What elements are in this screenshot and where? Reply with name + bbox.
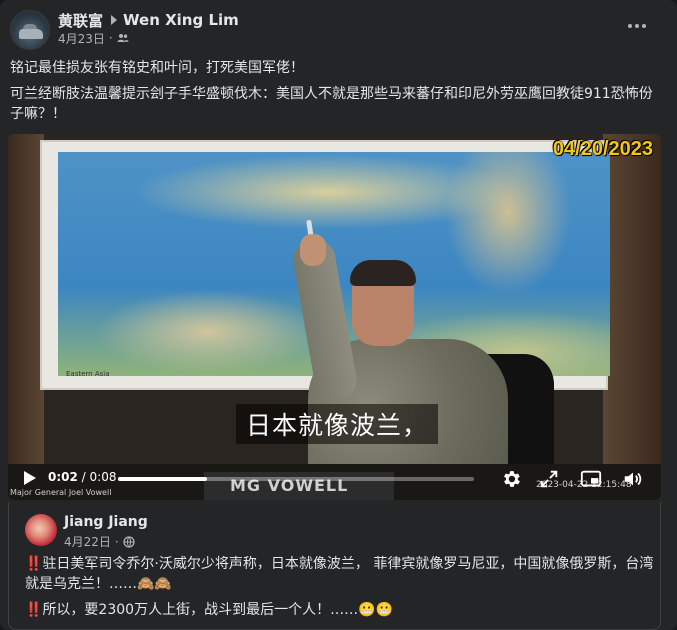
shared-author-avatar[interactable] [25, 514, 57, 546]
post-meta: 4月23日 · [58, 30, 129, 46]
current-time: 0:02 [48, 470, 78, 484]
target-name[interactable]: Wen Xing Lim [123, 11, 239, 29]
post-author-row: 黄联富 Wen Xing Lim [58, 10, 239, 30]
shared-text-1: ‼️驻日美军司令乔尔·沃威尔少将声称，日本就像波兰， 菲律宾就像罗马尼亚，中国就… [25, 554, 655, 594]
shared-text-2: ‼️所以，要2300万人上街，战斗到最后一个人！……😬😬 [25, 600, 655, 620]
gear-icon[interactable] [500, 468, 522, 490]
play-icon[interactable] [24, 471, 36, 485]
progress-fill [118, 477, 207, 481]
shared-author-name[interactable]: Jiang Jiang [64, 514, 148, 530]
volume-icon[interactable] [622, 468, 644, 490]
shared-post[interactable]: Jiang Jiang 4月22日 · ‼️驻日美军司令乔尔·沃威尔少将声称，日… [8, 502, 661, 630]
map-label: Eastern Asia [66, 370, 110, 378]
picture-in-picture-icon[interactable] [580, 468, 602, 490]
shared-meta: 4月22日 · [64, 533, 135, 550]
author-name[interactable]: 黄联富 [58, 10, 103, 31]
subtitle-box: 日本就像波兰， [236, 404, 439, 444]
double-exclamation-icon: ‼️ [25, 602, 43, 618]
speaker-hair [350, 260, 416, 286]
meta-separator: · [108, 31, 113, 45]
time-display: 0:02 / 0:08 [48, 470, 116, 484]
post-text-line-2: 可兰经断肢法温馨提示刽子手华盛顿伐木：美国人不就是那些马来蕃仔和印尼外劳巫鹰回教… [10, 86, 653, 122]
globe-icon [123, 535, 135, 548]
avatar-car-body [19, 29, 43, 39]
double-exclamation-icon: ‼️ [25, 556, 43, 572]
date-stamp: 04/20/2023 [552, 138, 653, 160]
author-avatar[interactable] [10, 10, 50, 50]
shared-to-arrow-icon [111, 15, 118, 25]
video-player[interactable]: Eastern Asia 04/20/2023 日本就像波兰， MG VOWEL… [8, 134, 661, 500]
shared-date[interactable]: 4月22日 [64, 533, 111, 550]
video-controls: 0:02 / 0:08 [8, 458, 661, 498]
wall-right [603, 134, 661, 500]
progress-track[interactable] [118, 477, 474, 481]
shared-separator: · [114, 534, 119, 549]
expand-icon[interactable] [538, 468, 560, 490]
shared-text-1-content: 驻日美军司令乔尔·沃威尔少将声称，日本就像波兰， 菲律宾就像罗马尼亚，中国就像俄… [25, 556, 654, 592]
shared-text-2-content: 所以，要2300万人上街，战斗到最后一个人！……😬😬 [42, 602, 393, 618]
post-date[interactable]: 4月23日 [58, 30, 105, 47]
post-card: 黄联富 Wen Xing Lim 4月23日 · 铭记最佳损友张有铭史和叶问，打… [0, 0, 677, 630]
post-text-line-1: 铭记最佳损友张有铭史和叶问，打死美国军佬！ [10, 60, 304, 76]
duration: 0:08 [89, 470, 117, 484]
more-horizontal-icon[interactable] [623, 16, 651, 36]
friends-icon[interactable] [117, 33, 129, 43]
time-separator: / [77, 470, 90, 484]
video-subtitle: 日本就像波兰， [246, 411, 429, 440]
wall-left [8, 134, 44, 500]
speaker-hand [300, 234, 326, 266]
